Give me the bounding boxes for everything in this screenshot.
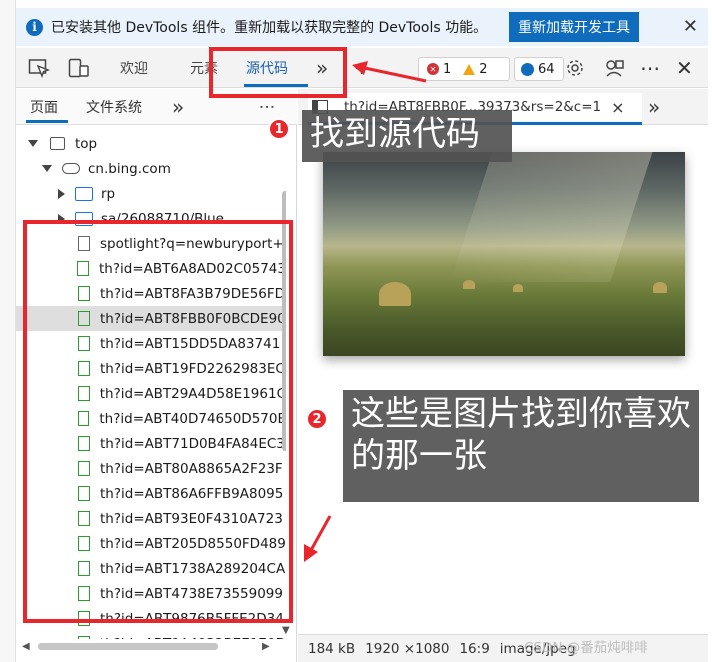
image-file-icon bbox=[77, 636, 90, 639]
annotation-arrow-icon bbox=[304, 515, 332, 562]
more-navigator-tabs-icon[interactable]: » bbox=[172, 89, 184, 125]
close-tab-icon[interactable]: × bbox=[611, 98, 624, 117]
tree-folder-label: rp bbox=[101, 185, 116, 202]
more-editor-tabs-icon[interactable]: » bbox=[648, 95, 660, 119]
status-dimensions: 1920 ×1080 bbox=[365, 640, 450, 657]
message-count: 64 bbox=[538, 61, 555, 77]
customize-icon[interactable] bbox=[604, 58, 626, 78]
preview-light-ray bbox=[450, 152, 656, 282]
scroll-right-icon[interactable]: ▶ bbox=[262, 641, 270, 652]
info-bar: i 已安装其他 DevTools 组件。重新加载以获取完整的 DevTools … bbox=[16, 8, 708, 46]
step-badge-2: 2 bbox=[306, 408, 328, 430]
inspect-element-icon[interactable] bbox=[28, 58, 50, 78]
tree-label-top: top bbox=[75, 135, 98, 152]
message-icon bbox=[521, 62, 534, 76]
frame-icon bbox=[50, 137, 65, 150]
scroll-down-icon[interactable]: ▼ bbox=[282, 625, 290, 636]
settings-gear-icon[interactable] bbox=[564, 58, 586, 78]
device-emulation-icon[interactable] bbox=[68, 58, 90, 78]
folder-icon bbox=[75, 186, 93, 201]
warning-count: 2 bbox=[479, 61, 488, 77]
messages-counter[interactable]: 64 bbox=[514, 57, 564, 81]
error-count: 1 bbox=[443, 61, 452, 77]
tree-node-top[interactable]: top bbox=[16, 131, 286, 156]
annotation-box-sources bbox=[209, 47, 347, 98]
preview-haystack bbox=[653, 282, 667, 293]
reload-devtools-button[interactable]: 重新加载开发工具 bbox=[509, 12, 639, 42]
tab-welcome[interactable]: 欢迎 bbox=[120, 48, 148, 88]
close-devtools-icon[interactable]: ✕ bbox=[676, 48, 693, 88]
horizontal-scrollbar[interactable] bbox=[38, 643, 218, 650]
annotation-arrow-icon bbox=[352, 61, 427, 83]
file-tree-item[interactable]: th?id=ABT9A4032B7E170D bbox=[16, 631, 286, 639]
image-preview bbox=[323, 152, 685, 356]
step-badge-1: 1 bbox=[268, 118, 290, 140]
preview-haystack bbox=[379, 282, 411, 306]
scroll-left-icon[interactable]: ◀ bbox=[22, 641, 30, 652]
warning-icon bbox=[463, 63, 476, 75]
expand-arrow-icon[interactable] bbox=[28, 140, 38, 147]
issues-counter[interactable]: ✕ 1 2 bbox=[418, 57, 510, 81]
page-tab-indicator bbox=[26, 120, 68, 123]
status-size: 184 kB bbox=[308, 640, 356, 657]
watermark: CSDN @番茄炖啡啡 bbox=[524, 640, 648, 656]
preview-haystack bbox=[463, 280, 475, 289]
tree-label-domain: cn.bing.com bbox=[88, 160, 171, 177]
collapse-arrow-icon[interactable] bbox=[58, 188, 65, 199]
close-infobar-icon[interactable]: ✕ bbox=[683, 16, 698, 37]
callout-find-images: 这些是图片找到你喜欢的那一张 bbox=[343, 390, 699, 502]
window-gutter bbox=[0, 0, 16, 662]
navigator-menu-icon[interactable]: ⋮ bbox=[250, 99, 286, 115]
info-icon: i bbox=[26, 18, 43, 36]
tab-filesystem[interactable]: 文件系统 bbox=[86, 89, 142, 125]
tree-node-domain[interactable]: cn.bing.com bbox=[16, 156, 286, 181]
file-tree-label: th?id=ABT9A4032B7E170D bbox=[100, 636, 286, 640]
preview-haystack bbox=[513, 284, 523, 292]
annotation-box-images bbox=[23, 220, 293, 623]
expand-arrow-icon[interactable] bbox=[42, 165, 52, 172]
tree-folder[interactable]: rp bbox=[16, 181, 286, 206]
info-message: 已安装其他 DevTools 组件。重新加载以获取完整的 DevTools 功能… bbox=[51, 20, 488, 36]
more-options-icon[interactable]: ⋯ bbox=[640, 48, 660, 88]
cloud-icon bbox=[62, 163, 80, 174]
status-ratio: 16:9 bbox=[459, 640, 490, 657]
callout-find-sources: 找到源代码 bbox=[302, 110, 512, 162]
